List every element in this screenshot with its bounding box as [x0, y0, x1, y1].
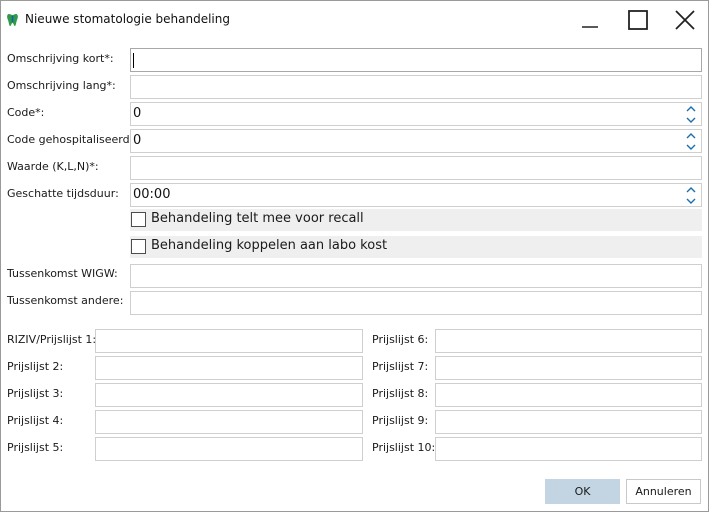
labo-kost-checkbox-row[interactable]: Behandeling koppelen aan labo kost — [130, 236, 702, 258]
dialog-window: Nieuwe stomatologie behandeling Omschrij… — [0, 0, 709, 512]
prijslijst-6-label: Prijslijst 6: — [372, 333, 429, 346]
prijslijst-1-input[interactable] — [95, 329, 363, 353]
geschatte-tijdsduur-stepper[interactable]: 00:00 — [130, 183, 702, 207]
prijslijst-3-label: Prijslijst 3: — [7, 387, 64, 400]
prijslijst-4-label: Prijslijst 4: — [7, 414, 64, 427]
prijslijst-2-label: Prijslijst 2: — [7, 360, 64, 373]
tussenkomst-wigw-label: Tussenkomst WIGW: — [7, 267, 118, 280]
labo-kost-checkbox-label[interactable]: Behandeling koppelen aan labo kost — [151, 238, 387, 253]
geschatte-tijdsduur-label: Geschatte tijdsduur: — [7, 187, 119, 200]
text-caret — [133, 53, 134, 68]
recall-checkbox-label[interactable]: Behandeling telt mee voor recall — [151, 211, 364, 226]
prijslijst-1-label: RIZIV/Prijslijst 1: — [7, 333, 97, 346]
tussenkomst-andere-label: Tussenkomst andere: — [7, 294, 124, 307]
code-value: 0 — [133, 106, 142, 121]
close-button[interactable] — [662, 1, 708, 39]
maximize-icon — [628, 10, 648, 30]
spin-updown-icon[interactable] — [685, 131, 697, 152]
minimize-button[interactable] — [567, 1, 613, 39]
recall-checkbox[interactable] — [131, 212, 146, 227]
tussenkomst-wigw-input[interactable] — [130, 264, 702, 288]
geschatte-tijdsduur-value: 00:00 — [133, 187, 171, 202]
spin-updown-icon[interactable] — [685, 185, 697, 206]
prijslijst-2-input[interactable] — [95, 356, 363, 380]
spin-updown-icon[interactable] — [685, 104, 697, 125]
prijslijst-7-label: Prijslijst 7: — [372, 360, 429, 373]
omschrijving-kort-input[interactable] — [130, 48, 702, 72]
recall-checkbox-row[interactable]: Behandeling telt mee voor recall — [130, 209, 702, 231]
waarde-label: Waarde (K,L,N)*: — [7, 160, 99, 173]
labo-kost-checkbox[interactable] — [131, 239, 146, 254]
tussenkomst-andere-input[interactable] — [130, 291, 702, 315]
omschrijving-lang-input[interactable] — [130, 75, 702, 99]
prijslijst-8-input[interactable] — [435, 383, 702, 407]
cancel-button[interactable]: Annuleren — [626, 479, 701, 504]
code-gehospitaliseerd-stepper[interactable]: 0 — [130, 129, 702, 153]
prijslijst-9-input[interactable] — [435, 410, 702, 434]
omschrijving-kort-label: Omschrijving kort*: — [7, 52, 114, 65]
prijslijst-5-label: Prijslijst 5: — [7, 441, 64, 454]
prijslijst-3-input[interactable] — [95, 383, 363, 407]
maximize-button[interactable] — [615, 1, 661, 39]
title-bar[interactable]: Nieuwe stomatologie behandeling — [1, 1, 708, 39]
code-gehospitaliseerd-value: 0 — [133, 133, 142, 148]
minimize-icon — [582, 26, 598, 28]
prijslijst-5-input[interactable] — [95, 437, 363, 461]
prijslijst-7-input[interactable] — [435, 356, 702, 380]
window-title: Nieuwe stomatologie behandeling — [25, 12, 230, 26]
code-stepper[interactable]: 0 — [130, 102, 702, 126]
prijslijst-9-label: Prijslijst 9: — [372, 414, 429, 427]
prijslijst-6-input[interactable] — [435, 329, 702, 353]
code-label: Code*: — [7, 106, 45, 119]
prijslijst-10-label: Prijslijst 10: — [372, 441, 436, 454]
omschrijving-lang-label: Omschrijving lang*: — [7, 79, 116, 92]
code-gehospitaliseerd-label: Code gehospitaliseerd*: — [7, 133, 139, 146]
prijslijst-10-input[interactable] — [435, 437, 702, 461]
tooth-icon — [7, 14, 18, 26]
close-icon — [675, 10, 695, 30]
prijslijst-4-input[interactable] — [95, 410, 363, 434]
ok-button[interactable]: OK — [545, 479, 620, 504]
waarde-input[interactable] — [130, 156, 702, 180]
prijslijst-8-label: Prijslijst 8: — [372, 387, 429, 400]
